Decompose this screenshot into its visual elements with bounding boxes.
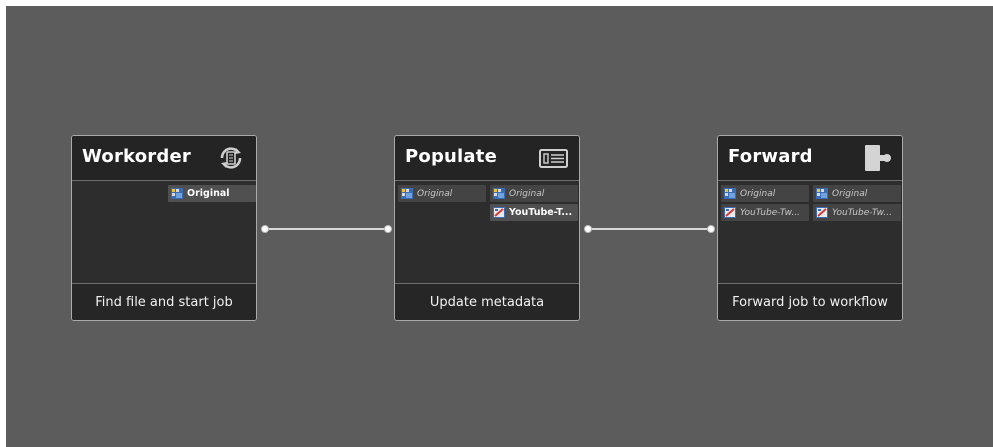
slot-label: Original xyxy=(832,188,868,199)
slot-original-in[interactable]: Original xyxy=(398,185,486,202)
media-file-icon xyxy=(816,188,828,199)
node-description: Find file and start job xyxy=(72,283,256,320)
slot-label: YouTube-T... xyxy=(509,207,573,218)
slot-label: Original xyxy=(740,188,776,199)
forward-icon xyxy=(865,145,891,171)
node-header: Workorder xyxy=(72,136,256,181)
workorder-node[interactable]: Workorder Original Find file and start j… xyxy=(71,135,257,321)
slot-youtube-in[interactable]: YouTube-Tw... xyxy=(721,204,809,221)
media-file-icon xyxy=(493,188,505,199)
node-title: Forward xyxy=(728,146,813,167)
metadata-file-icon xyxy=(493,207,505,218)
slot-original[interactable]: Original xyxy=(168,185,256,202)
node-header: Populate xyxy=(395,136,579,181)
metadata-file-icon xyxy=(724,207,736,218)
slot-label: YouTube-Tw... xyxy=(832,207,892,218)
slot-label: Original xyxy=(509,188,545,199)
media-file-icon xyxy=(724,188,736,199)
node-description: Update metadata xyxy=(395,283,579,320)
node-body: Original xyxy=(72,181,256,285)
node-body: Original Original You xyxy=(395,181,579,285)
populate-icon xyxy=(539,149,568,168)
media-file-icon xyxy=(171,188,183,199)
forward-node[interactable]: Forward Original Original YouTube-Tw... … xyxy=(717,135,903,321)
populate-node[interactable]: Populate Original Original YouTube-T... … xyxy=(394,135,580,321)
slot-youtube[interactable]: YouTube-T... xyxy=(490,204,578,221)
node-header: Forward xyxy=(718,136,902,181)
slot-original-out[interactable]: Original xyxy=(490,185,578,202)
node-body: Original Original You xyxy=(718,181,902,285)
media-file-icon xyxy=(401,188,413,199)
workorder-icon xyxy=(220,147,242,169)
slot-label: Original xyxy=(417,188,453,199)
connector-workorder-populate xyxy=(265,228,387,230)
node-title: Populate xyxy=(405,146,497,167)
output-port-workorder[interactable] xyxy=(261,225,269,233)
workflow-canvas[interactable]: Workorder Original Find file and start j… xyxy=(6,6,993,447)
slot-youtube-out[interactable]: YouTube-Tw... xyxy=(813,204,901,221)
node-title: Workorder xyxy=(82,146,191,167)
connector-populate-forward xyxy=(588,228,710,230)
output-port-populate[interactable] xyxy=(584,225,592,233)
slot-original-out[interactable]: Original xyxy=(813,185,901,202)
node-description: Forward job to workflow xyxy=(718,283,902,320)
slot-original-in[interactable]: Original xyxy=(721,185,809,202)
input-port-forward[interactable] xyxy=(707,225,715,233)
slot-label: Original xyxy=(187,188,230,199)
input-port-populate[interactable] xyxy=(384,225,392,233)
slot-label: YouTube-Tw... xyxy=(740,207,800,218)
metadata-file-icon xyxy=(816,207,828,218)
